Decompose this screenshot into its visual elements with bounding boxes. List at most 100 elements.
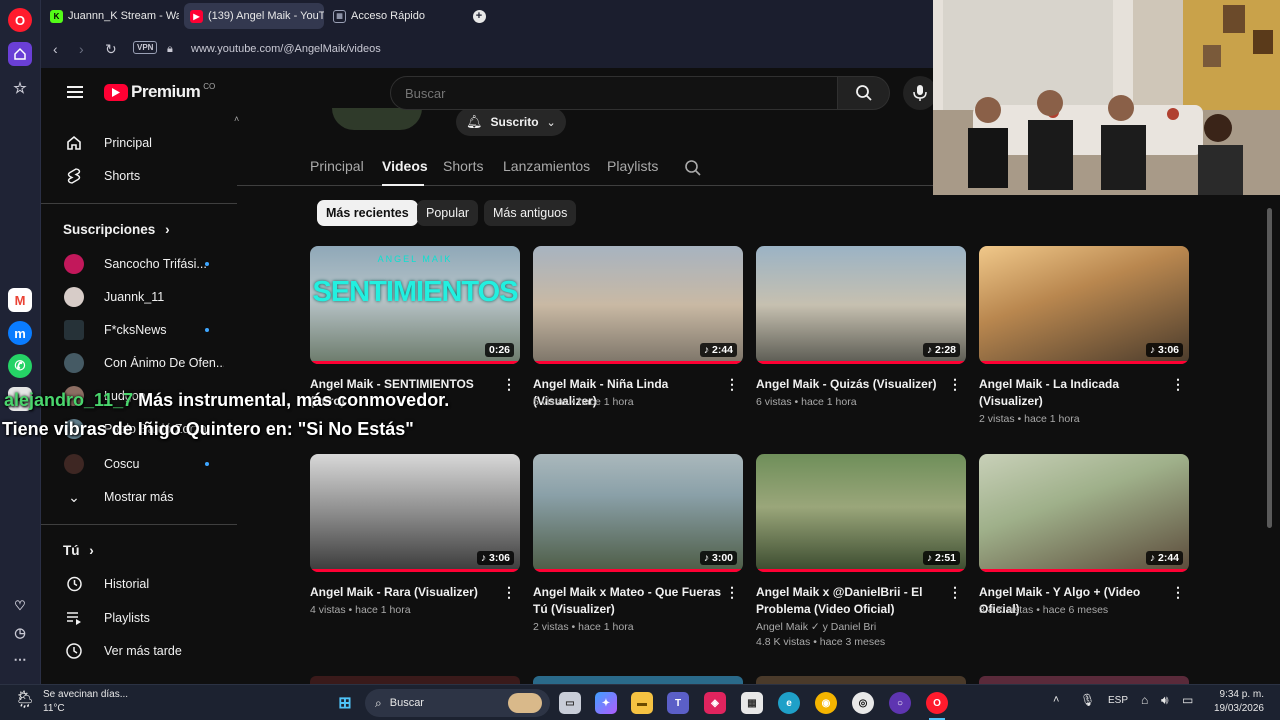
show-more-button[interactable]: ⌄ Mostrar más <box>41 480 237 514</box>
opera-logo-icon[interactable]: O <box>8 8 32 32</box>
file-explorer-icon[interactable]: ▬ <box>631 692 653 714</box>
sidebar-item-principal[interactable]: Principal <box>41 126 237 160</box>
bookmarks-star-icon[interactable]: ☆ <box>8 76 32 100</box>
more-icon[interactable]: ⋯ <box>8 648 32 672</box>
video-card[interactable]: ♪ 2:44 Angel Maik - Niña Linda (Visualiz… <box>533 246 743 446</box>
chip-mas-antiguos[interactable]: Más antiguos <box>484 200 577 226</box>
channel-search-icon[interactable] <box>684 159 702 182</box>
tab-videos[interactable]: Videos <box>382 158 428 174</box>
clock-date[interactable]: 19/03/2026 <box>1212 703 1264 714</box>
microphone-icon[interactable]: 🎙︎ <box>1080 693 1095 707</box>
you-heading[interactable]: Tú › <box>63 543 94 558</box>
video-thumbnail[interactable]: ♪ 3:06 <box>310 454 520 572</box>
video-title[interactable]: Angel Maik - La Indicada (Visualizer) <box>979 376 1169 410</box>
video-title[interactable]: Angel Maik - Rara (Visualizer) <box>310 584 500 601</box>
store-icon[interactable]: ▦ <box>741 692 763 714</box>
more-options-icon[interactable]: ⋮ <box>948 584 962 601</box>
search-input[interactable] <box>390 76 838 110</box>
subscriptions-heading[interactable]: Suscripciones › <box>63 222 170 237</box>
reload-icon[interactable]: ↻ <box>105 41 117 58</box>
lock-icon[interactable]: 🔒︎ <box>167 43 173 56</box>
sidebar-item-historial[interactable]: Historial <box>41 567 237 601</box>
subscription-item[interactable]: Con Ánimo De Ofen... <box>41 346 237 380</box>
video-thumbnail[interactable]: ♪ 2:44 <box>979 454 1189 572</box>
tab-youtube[interactable]: ▶ (139) Angel Maik - YouTube <box>184 3 324 29</box>
whatsapp-icon[interactable]: ✆ <box>8 354 32 378</box>
video-title[interactable]: Angel Maik x @DanielBrii - El Problema (… <box>756 584 946 618</box>
back-icon[interactable]: ‹ <box>53 41 58 57</box>
more-options-icon[interactable]: ⋮ <box>725 584 739 601</box>
edge-icon[interactable]: e <box>778 692 800 714</box>
forward-icon[interactable]: › <box>79 41 84 57</box>
tab-quick-access[interactable]: ▦ Acceso Rápido <box>327 3 467 29</box>
search-button[interactable] <box>838 76 890 110</box>
battery-icon[interactable]: ▭ <box>1182 693 1193 707</box>
copilot-icon[interactable]: ✦ <box>595 692 617 714</box>
tray-overflow-icon[interactable]: ˄ <box>1053 694 1059 706</box>
video-thumbnail-partial[interactable] <box>756 676 966 684</box>
opera-taskbar-icon[interactable]: O <box>926 692 948 714</box>
chip-popular[interactable]: Popular <box>417 200 479 226</box>
url-text[interactable]: www.youtube.com/@AngelMaik/videos <box>191 43 381 55</box>
menu-icon[interactable] <box>67 86 83 98</box>
sidebar-item-shorts[interactable]: Shorts <box>41 159 237 193</box>
weather-icon[interactable]: 🌦︎ <box>14 690 36 710</box>
youtube-premium-logo[interactable]: Premium CO <box>104 82 215 102</box>
video-thumbnail[interactable]: ♪ 3:00 <box>533 454 743 572</box>
language-indicator[interactable]: ESP <box>1108 695 1128 706</box>
video-card[interactable]: ♪ 2:44 Angel Maik - Y Algo + (Video Ofic… <box>979 454 1189 654</box>
subscription-item[interactable]: Coscu <box>41 447 237 481</box>
video-title[interactable]: Angel Maik x Mateo - Que Fueras Tú (Visu… <box>533 584 723 618</box>
tab-kick[interactable]: K Juannn_K Stream - Watch <box>44 3 179 29</box>
video-thumbnail[interactable]: ♪ 3:06 <box>979 246 1189 364</box>
video-card[interactable]: ♪ 3:06 Angel Maik - Rara (Visualizer) 4 … <box>310 454 520 654</box>
video-card[interactable]: ♪ 2:51 Angel Maik x @DanielBrii - El Pro… <box>756 454 966 654</box>
subscribed-button[interactable]: 🔔︎ Suscrito ⌄ <box>456 108 566 136</box>
voice-search-button[interactable] <box>903 76 937 110</box>
volume-icon[interactable]: 🔊︎ <box>1161 693 1169 708</box>
subscription-item[interactable]: Juannk_11 <box>41 280 237 314</box>
more-options-icon[interactable]: ⋮ <box>1171 376 1185 393</box>
more-options-icon[interactable]: ⋮ <box>502 376 516 393</box>
history-clock-icon[interactable]: ◷ <box>8 621 32 645</box>
taskbar-search[interactable]: ⌕ Buscar <box>365 689 550 717</box>
more-options-icon[interactable]: ⋮ <box>1171 584 1185 601</box>
chip-mas-recientes[interactable]: Más recientes <box>317 200 418 226</box>
video-thumbnail-partial[interactable] <box>979 676 1189 684</box>
subscription-item[interactable]: Sancocho Trifási... <box>41 247 237 281</box>
video-thumbnail[interactable]: ♪ 2:44 <box>533 246 743 364</box>
tab-principal[interactable]: Principal <box>310 158 364 174</box>
windows-start-icon[interactable]: ⊞ <box>334 692 356 714</box>
obs-icon[interactable]: ◎ <box>852 692 874 714</box>
more-options-icon[interactable]: ⋮ <box>502 584 516 601</box>
sidebar-item-ver-mas-tarde[interactable]: Ver más tarde <box>41 634 237 668</box>
video-card[interactable]: ♪ 3:00 Angel Maik x Mateo - Que Fueras T… <box>533 454 743 654</box>
network-icon[interactable]: ⌂ <box>1141 693 1148 707</box>
sidebar-item-playlists[interactable]: Playlists <box>41 601 237 635</box>
video-card[interactable]: ♪ 2:28 Angel Maik - Quizás (Visualizer) … <box>756 246 966 446</box>
clock-time[interactable]: 9:34 p. m. <box>1212 689 1264 700</box>
home-icon[interactable] <box>8 42 32 66</box>
new-tab-button[interactable]: + <box>469 3 489 29</box>
chrome-icon[interactable]: ◉ <box>815 692 837 714</box>
video-thumbnail[interactable]: ♪ 2:28 <box>756 246 966 364</box>
app-icon[interactable]: ○ <box>889 692 911 714</box>
heart-icon[interactable]: ♡ <box>8 594 32 618</box>
video-channel[interactable]: Angel Maik ✓ y Daniel Bri <box>756 621 876 633</box>
more-options-icon[interactable]: ⋮ <box>725 376 739 393</box>
video-thumbnail-partial[interactable] <box>533 676 743 684</box>
scrollbar-thumb[interactable] <box>1267 208 1272 528</box>
vpn-badge[interactable]: VPN <box>133 41 158 54</box>
weather-title[interactable]: Se avecinan días... <box>43 689 128 700</box>
video-card[interactable]: ♪ 3:06 Angel Maik - La Indicada (Visuali… <box>979 246 1189 446</box>
video-title[interactable]: Angel Maik - Quizás (Visualizer) <box>756 376 946 393</box>
more-options-icon[interactable]: ⋮ <box>948 376 962 393</box>
video-thumbnail-partial[interactable] <box>310 676 520 684</box>
video-thumbnail[interactable]: ANGEL MAIK SENTIMIENTOS 0:26 <box>310 246 520 364</box>
video-thumbnail[interactable]: ♪ 2:51 <box>756 454 966 572</box>
gmail-icon[interactable]: M <box>8 288 32 312</box>
task-view-icon[interactable]: ▭ <box>559 692 581 714</box>
tab-lanzamientos[interactable]: Lanzamientos <box>503 158 590 174</box>
subscription-item[interactable]: F*cksNews <box>41 313 237 347</box>
tab-shorts[interactable]: Shorts <box>443 158 483 174</box>
